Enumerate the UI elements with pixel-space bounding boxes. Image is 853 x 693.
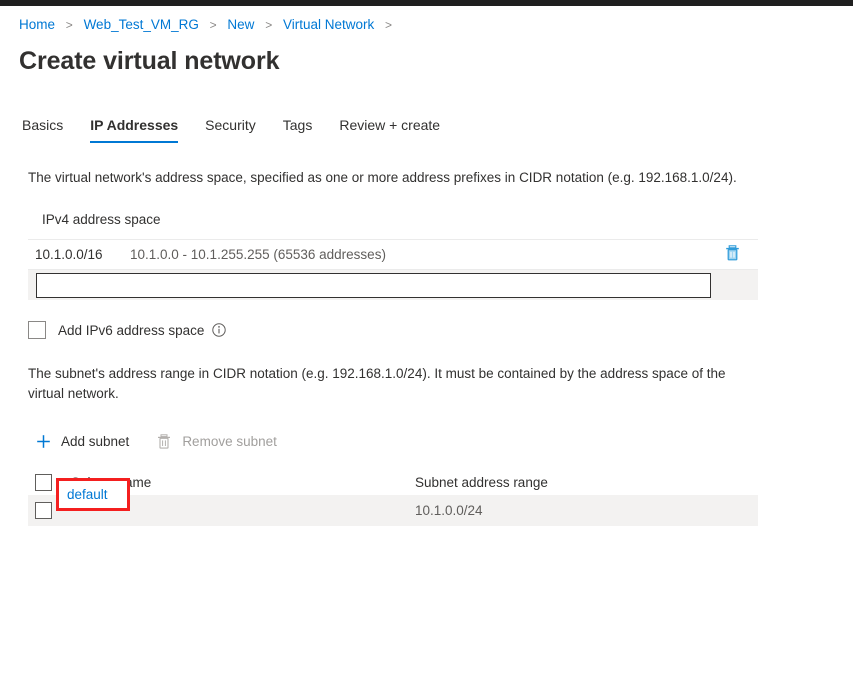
tab-review-create[interactable]: Review + create <box>339 116 440 143</box>
tab-ip-addresses[interactable]: IP Addresses <box>90 116 178 143</box>
new-address-space-row <box>28 270 758 300</box>
add-ipv6-label: Add IPv6 address space <box>58 322 205 338</box>
column-header-subnet-address-range: Subnet address range <box>415 474 548 490</box>
subnet-toolbar: Add subnet Remove subnet <box>34 429 768 453</box>
tab-bar: Basics IP Addresses Security Tags Review… <box>22 111 853 143</box>
table-row[interactable]: 10.1.0.0/16 10.1.0.0 - 10.1.255.255 (655… <box>28 239 758 270</box>
subnet-table: Subnet name Subnet address range default… <box>28 469 758 526</box>
info-icon[interactable] <box>212 323 227 337</box>
remove-subnet-button[interactable]: Remove subnet <box>155 434 277 449</box>
subnet-link-default[interactable]: default <box>67 487 108 502</box>
new-address-space-input[interactable] <box>36 272 711 298</box>
remove-subnet-label: Remove subnet <box>182 433 277 449</box>
tab-security[interactable]: Security <box>205 116 256 143</box>
tab-tags[interactable]: Tags <box>283 116 313 143</box>
breadcrumb-item-resource-group[interactable]: Web_Test_VM_RG <box>84 17 199 32</box>
address-space-range: 10.1.0.0 - 10.1.255.255 (65536 addresses… <box>130 247 386 262</box>
annotation-highlight-box: default <box>56 478 130 511</box>
subnet-address-range-cell: 10.1.0.0/24 <box>415 503 483 518</box>
address-space-cidr: 10.1.0.0/16 <box>35 247 103 262</box>
breadcrumb-separator: > <box>65 18 73 32</box>
breadcrumb: Home > Web_Test_VM_RG > New > Virtual Ne… <box>0 6 853 34</box>
subnet-description: The subnet's address range in CIDR notat… <box>28 366 726 401</box>
add-subnet-button[interactable]: Add subnet <box>34 434 129 449</box>
add-ipv6-row: Add IPv6 address space <box>28 321 768 339</box>
subnet-table-header: Subnet name Subnet address range <box>28 469 758 495</box>
breadcrumb-separator: > <box>209 18 217 32</box>
ipv4-address-space-label: IPv4 address space <box>42 212 161 227</box>
breadcrumb-item-home[interactable]: Home <box>19 17 55 32</box>
breadcrumb-item-virtual-network[interactable]: Virtual Network <box>283 17 374 32</box>
select-subnet-checkbox[interactable] <box>35 502 52 519</box>
plus-icon <box>34 434 52 449</box>
breadcrumb-item-new[interactable]: New <box>227 17 254 32</box>
ipv4-address-space-table: 10.1.0.0/16 10.1.0.0 - 10.1.255.255 (655… <box>28 239 758 300</box>
trash-icon <box>725 245 740 264</box>
ip-addresses-panel: The virtual network's address space, spe… <box>28 168 768 526</box>
delete-address-space-button[interactable] <box>716 245 748 264</box>
trash-icon <box>155 433 173 449</box>
page-title: Create virtual network <box>19 47 280 75</box>
add-subnet-label: Add subnet <box>61 433 130 449</box>
ipv4-description: The virtual network's address space, spe… <box>28 170 737 185</box>
add-ipv6-checkbox[interactable] <box>28 321 46 339</box>
breadcrumb-separator: > <box>265 18 273 32</box>
select-all-subnets-checkbox[interactable] <box>35 473 52 491</box>
tab-basics[interactable]: Basics <box>22 116 63 143</box>
table-row[interactable]: default 10.1.0.0/24 <box>28 478 758 526</box>
breadcrumb-separator: > <box>385 18 393 32</box>
